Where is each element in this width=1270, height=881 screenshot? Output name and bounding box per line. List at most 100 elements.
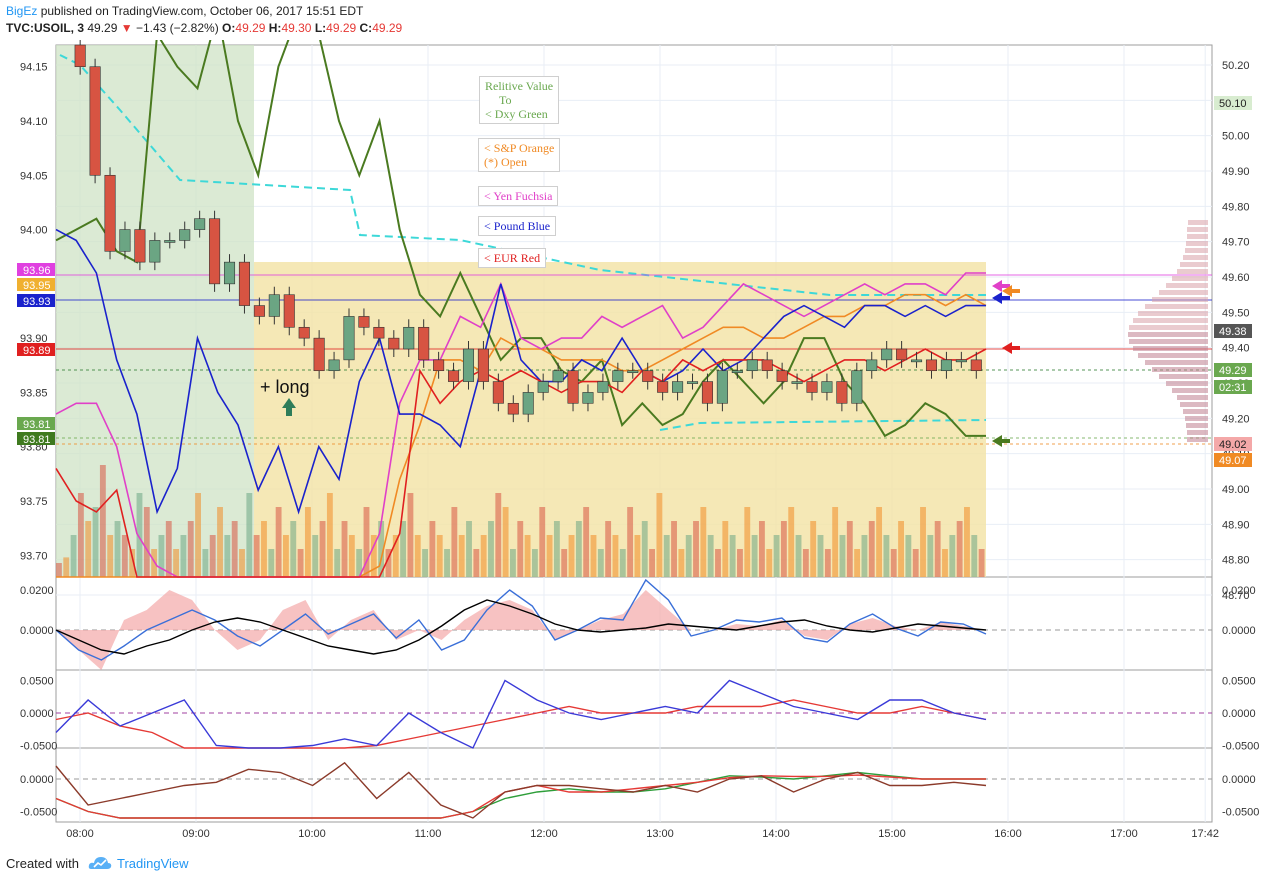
volume-bar [839, 535, 846, 577]
volume-profile-bar [1183, 409, 1208, 414]
y-right-tick-label: 48.90 [1222, 519, 1250, 531]
volume-profile-bar [1187, 437, 1208, 442]
candle-body [761, 359, 773, 372]
author-link[interactable]: BigEz [6, 4, 37, 18]
volume-bar [619, 549, 626, 577]
candle-body [373, 326, 385, 339]
candle-body [612, 370, 624, 382]
volume-bar [180, 535, 187, 577]
candle-body [940, 359, 952, 372]
volume-profile-bar [1177, 395, 1208, 400]
volume-bar [868, 521, 875, 577]
volume-profile-bar [1187, 234, 1208, 239]
volume-bar [634, 535, 641, 577]
y-left-tick-label: 94.10 [20, 116, 48, 128]
y-right-tick-label: 49.70 [1222, 237, 1250, 249]
open-label: O: [222, 21, 236, 35]
volume-bar [942, 549, 948, 577]
volume-bar [224, 535, 231, 577]
volume-bar [451, 507, 458, 577]
x-tick-label: 17:00 [1110, 828, 1138, 840]
volume-bar [143, 507, 150, 577]
volume-bar [678, 549, 685, 577]
legend-dxy-line3: < Dxy Green [485, 107, 548, 121]
volume-profile-bar [1177, 269, 1208, 274]
down-arrow-icon: ▼ [120, 21, 133, 35]
osc-tick-label-left: 0.0500 [20, 676, 54, 688]
left-price-badge-text: 93.96 [23, 265, 51, 277]
osc-tick-label: -0.0500 [1222, 807, 1259, 819]
volume-bar [158, 535, 165, 577]
footer: Created with TradingView [0, 848, 1270, 881]
volume-bar [605, 521, 612, 577]
volume-bar [700, 507, 707, 577]
volume-bar [341, 521, 348, 577]
candle-body [194, 218, 206, 230]
volume-profile-bar [1145, 304, 1208, 309]
volume-profile-bar [1183, 255, 1208, 260]
candle-body [164, 240, 176, 243]
chart-canvas[interactable]: 08:00 09:00 10:00 11:00 12:00 13:00 14:00 15:00… [0, 40, 1270, 848]
y-left-tick-label: 94.15 [20, 62, 48, 74]
volume-bar [685, 535, 692, 577]
left-price-badge-text: 93.89 [23, 345, 51, 357]
symbol-label[interactable]: TVC:USOIL, 3 [6, 21, 84, 35]
candle-body [223, 261, 236, 285]
candle-body [776, 370, 788, 382]
volume-bar [99, 465, 106, 577]
osc-tick-label-left: 0.0000 [20, 774, 54, 786]
candle-body [836, 381, 848, 404]
volume-bar [649, 549, 656, 577]
candle-body [328, 359, 340, 372]
candle-body [552, 370, 564, 382]
volume-bar [810, 521, 817, 577]
volume-profile-bar [1166, 381, 1208, 386]
candle-body [672, 381, 684, 393]
y-right-tick-label: 49.80 [1222, 201, 1250, 213]
candle-body [149, 240, 161, 263]
volume-bar [348, 535, 355, 577]
legend-spx-line2: (*) Open [484, 155, 527, 169]
candle-body [283, 294, 295, 328]
osc-tick-label-left: 0.0200 [20, 585, 54, 597]
volume-bar [920, 507, 926, 577]
candle-body [238, 261, 250, 306]
volume-bar [795, 535, 802, 577]
volume-bar [824, 549, 831, 577]
volume-bar [737, 549, 743, 577]
volume-bar [246, 493, 253, 577]
x-tick-label: 14:00 [762, 828, 790, 840]
volume-profile-bar [1180, 402, 1208, 407]
volume-bar [744, 507, 751, 577]
volume-profile-bar [1185, 248, 1208, 253]
volume-bar [612, 535, 619, 577]
volume-bar [422, 549, 428, 577]
low-label: L: [314, 21, 327, 35]
created-with-text: Created with [6, 856, 79, 871]
legend-dxy: Relitive Value To < Dxy Green [479, 76, 560, 124]
candle-body [134, 229, 146, 263]
volume-bar [107, 535, 114, 577]
volume-bar [861, 535, 868, 577]
candle-body [388, 337, 400, 350]
candle-body [104, 174, 116, 252]
candle-body [731, 370, 743, 374]
candle-body [313, 337, 325, 372]
publish-info: BigEz published on TradingView.com, Octo… [6, 4, 363, 18]
volume-bar [671, 521, 677, 577]
volume-bar [971, 535, 978, 577]
volume-bar [568, 535, 575, 577]
candle-body [179, 229, 191, 241]
candle-body [627, 370, 639, 374]
volume-bar [444, 549, 450, 577]
volume-bar [495, 493, 502, 577]
volume-bar [546, 535, 553, 577]
volume-bar [114, 521, 121, 577]
last-price: 49.29 [87, 21, 118, 35]
candle-body [358, 316, 370, 328]
tradingview-link[interactable]: TradingView [117, 856, 189, 871]
volume-bar [773, 535, 780, 577]
candle-body [253, 305, 265, 317]
tradingview-cloud-icon[interactable] [88, 854, 112, 872]
x-tick-label: 09:00 [182, 828, 210, 840]
